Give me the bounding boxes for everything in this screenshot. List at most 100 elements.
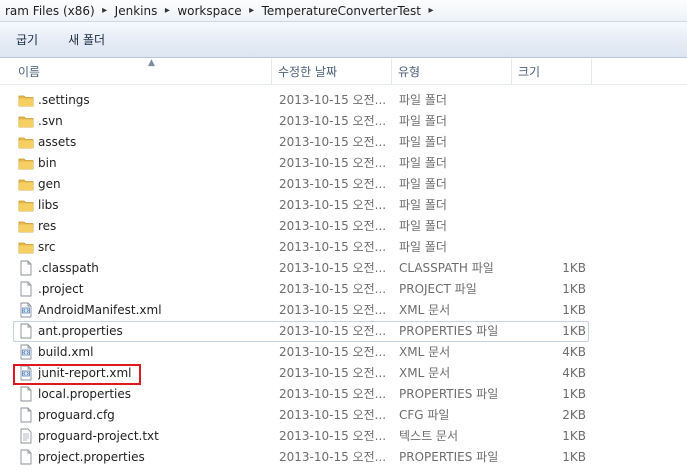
file-type: CLASSPATH 파일	[399, 261, 494, 275]
file-icon	[18, 449, 34, 465]
file-type: 파일 폴더	[399, 219, 447, 233]
file-date-modified: 2013-10-15 오전...	[279, 429, 387, 443]
column-header-type[interactable]: 유형	[392, 59, 512, 85]
file-name: .project	[38, 282, 84, 296]
file-row[interactable]: src 2013-10-15 오전... 파일 폴더	[0, 237, 687, 258]
column-header-date-label: 수정한 날짜	[278, 65, 338, 79]
file-row[interactable]: junit-report.xml 2013-10-15 오전... XML 문서 4K…	[0, 363, 687, 384]
file-type: 파일 폴더	[399, 198, 447, 212]
file-row[interactable]: bin 2013-10-15 오전... 파일 폴더	[0, 153, 687, 174]
file-date-modified: 2013-10-15 오전...	[279, 114, 387, 128]
file-date-modified: 2013-10-15 오전...	[279, 135, 387, 149]
file-row[interactable]: proguard-project.txt 2013-10-15 오전... 텍스트 …	[0, 426, 687, 447]
file-row[interactable]: .svn 2013-10-15 오전... 파일 폴더	[0, 111, 687, 132]
file-date-modified: 2013-10-15 오전...	[279, 450, 387, 464]
file-row[interactable]: gen 2013-10-15 오전... 파일 폴더	[0, 174, 687, 195]
file-name: build.xml	[38, 345, 94, 359]
file-type: PROPERTIES 파일	[399, 450, 499, 464]
column-header-date-modified[interactable]: 수정한 날짜	[272, 59, 392, 85]
file-row[interactable]: local.properties 2013-10-15 오전... PROPERTI…	[0, 384, 687, 405]
file-row[interactable]: build.xml 2013-10-15 오전... XML 문서 4KB	[0, 342, 687, 363]
folder-icon	[18, 134, 34, 150]
file-row[interactable]: .project 2013-10-15 오전... PROJECT 파일 1KB	[0, 279, 687, 300]
burn-button[interactable]: 굽기	[6, 27, 48, 52]
column-header-name[interactable]: ▲ 이름	[12, 58, 272, 85]
file-name: src	[38, 240, 56, 254]
file-type: 텍스트 문서	[399, 429, 459, 443]
file-list: .settings 2013-10-15 오전... 파일 폴더 .svn 2013-1…	[0, 90, 687, 468]
breadcrumb-current-folder[interactable]: TemperatureConverterTest	[259, 1, 424, 21]
breadcrumb-jenkins[interactable]: Jenkins	[112, 1, 161, 21]
file-size: 4KB	[562, 366, 586, 380]
file-row[interactable]: libs 2013-10-15 오전... 파일 폴더	[0, 195, 687, 216]
file-size: 1KB	[562, 282, 586, 296]
file-row[interactable]: AndroidManifest.xml 2013-10-15 오전... XML 문…	[0, 300, 687, 321]
file-date-modified: 2013-10-15 오전...	[279, 219, 387, 233]
file-row[interactable]: assets 2013-10-15 오전... 파일 폴더	[0, 132, 687, 153]
breadcrumb-program-files[interactable]: ram Files (x86)	[2, 1, 98, 21]
address-bar[interactable]: ram Files (x86) ▸ Jenkins ▸ workspace ▸ …	[0, 0, 687, 22]
file-name: res	[38, 219, 57, 233]
file-size	[520, 237, 586, 258]
file-row[interactable]: res 2013-10-15 오전... 파일 폴더	[0, 216, 687, 237]
file-name: bin	[38, 156, 57, 170]
text-file-icon	[18, 428, 34, 444]
column-header-size[interactable]: 크기	[512, 59, 592, 85]
file-name: ant.properties	[38, 324, 123, 338]
file-size	[520, 153, 586, 174]
file-size: 2KB	[562, 408, 586, 422]
file-date-modified: 2013-10-15 오전...	[279, 366, 387, 380]
file-name: .settings	[38, 93, 90, 107]
folder-icon	[18, 92, 34, 108]
file-size: 1KB	[562, 387, 586, 401]
breadcrumb-workspace[interactable]: workspace	[174, 1, 244, 21]
file-name: local.properties	[38, 387, 132, 401]
column-header-row: ▲ 이름 수정한 날짜 유형 크기	[0, 58, 687, 85]
file-type: PROJECT 파일	[399, 282, 477, 296]
file-date-modified: 2013-10-15 오전...	[279, 93, 387, 107]
file-row[interactable]: ant.properties 2013-10-15 오전... PROPERTIES…	[0, 321, 687, 342]
file-name: project.properties	[38, 450, 145, 464]
file-size	[520, 111, 586, 132]
file-row[interactable]: project.properties 2013-10-15 오전... PROPER…	[0, 447, 687, 468]
file-type: XML 문서	[399, 345, 451, 359]
file-date-modified: 2013-10-15 오전...	[279, 387, 387, 401]
xml-file-icon	[18, 302, 34, 318]
file-icon	[18, 260, 34, 276]
file-name: .svn	[38, 114, 63, 128]
folder-icon	[18, 113, 34, 129]
breadcrumb-separator-icon[interactable]: ▸	[160, 5, 174, 16]
file-type: XML 문서	[399, 303, 451, 317]
file-date-modified: 2013-10-15 오전...	[279, 282, 387, 296]
file-row[interactable]: .settings 2013-10-15 오전... 파일 폴더	[0, 90, 687, 111]
new-folder-button[interactable]: 새 폴더	[58, 27, 115, 52]
file-row[interactable]: .classpath 2013-10-15 오전... CLASSPATH 파일 1K…	[0, 258, 687, 279]
file-type: XML 문서	[399, 366, 451, 380]
file-size: 1KB	[562, 303, 586, 317]
xml-file-icon	[18, 365, 34, 381]
breadcrumb-dropdown-icon[interactable]: ▸	[424, 5, 438, 16]
file-size	[520, 174, 586, 195]
sort-ascending-icon: ▲	[148, 58, 155, 68]
file-type: 파일 폴더	[399, 114, 447, 128]
file-size: 1KB	[562, 450, 586, 464]
file-row[interactable]: proguard.cfg 2013-10-15 오전... CFG 파일 2KB	[0, 405, 687, 426]
folder-icon	[18, 155, 34, 171]
file-date-modified: 2013-10-15 오전...	[279, 261, 387, 275]
column-header-type-label: 유형	[398, 65, 421, 79]
file-size	[520, 216, 586, 237]
file-size	[520, 90, 586, 111]
file-name: junit-report.xml	[38, 366, 132, 380]
file-icon	[18, 281, 34, 297]
file-date-modified: 2013-10-15 오전...	[279, 408, 387, 422]
file-type: 파일 폴더	[399, 177, 447, 191]
breadcrumb-separator-icon[interactable]: ▸	[245, 5, 259, 16]
file-date-modified: 2013-10-15 오전...	[279, 240, 387, 254]
breadcrumb-separator-icon[interactable]: ▸	[98, 5, 112, 16]
column-header-name-label: 이름	[18, 65, 41, 79]
folder-icon	[18, 239, 34, 255]
column-header-size-label: 크기	[518, 65, 541, 79]
file-name: proguard.cfg	[38, 408, 115, 422]
file-type: 파일 폴더	[399, 156, 447, 170]
file-type: 파일 폴더	[399, 135, 447, 149]
